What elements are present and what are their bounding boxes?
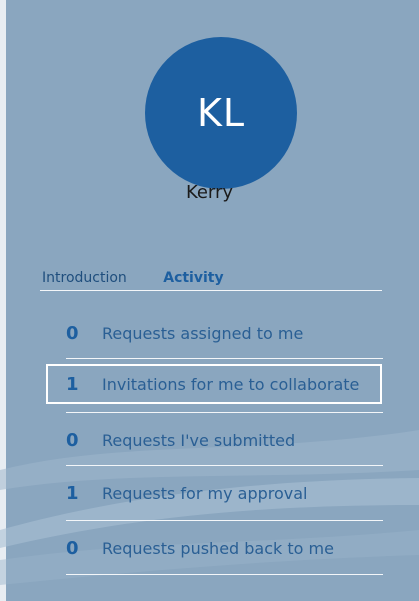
row-divider [66, 520, 383, 521]
activity-count: 0 [66, 537, 79, 559]
activity-label: Requests for my approval [102, 483, 308, 503]
activity-item-requests-submitted[interactable]: 0 Requests I've submitted [66, 429, 295, 451]
profile-panel: KL Kerry Introduction Activity 0 Request… [0, 0, 419, 601]
row-divider [66, 574, 383, 575]
activity-list: 0 Requests assigned to me 1 Invitations … [0, 0, 419, 601]
activity-item-invitations[interactable]: 1 Invitations for me to collaborate [66, 373, 359, 395]
row-divider [66, 465, 383, 466]
activity-count: 0 [66, 322, 79, 344]
activity-label: Requests pushed back to me [102, 538, 334, 558]
activity-count: 1 [66, 482, 79, 504]
activity-item-requests-assigned[interactable]: 0 Requests assigned to me [66, 322, 303, 344]
row-divider [66, 358, 383, 359]
activity-label: Requests assigned to me [102, 323, 304, 343]
activity-count: 1 [66, 373, 79, 395]
row-divider [66, 412, 383, 413]
activity-count: 0 [66, 429, 79, 451]
activity-label: Requests I've submitted [102, 430, 296, 450]
activity-label: Invitations for me to collaborate [102, 374, 360, 394]
activity-item-requests-approval[interactable]: 1 Requests for my approval [66, 482, 308, 504]
activity-item-requests-pushed-back[interactable]: 0 Requests pushed back to me [66, 537, 334, 559]
